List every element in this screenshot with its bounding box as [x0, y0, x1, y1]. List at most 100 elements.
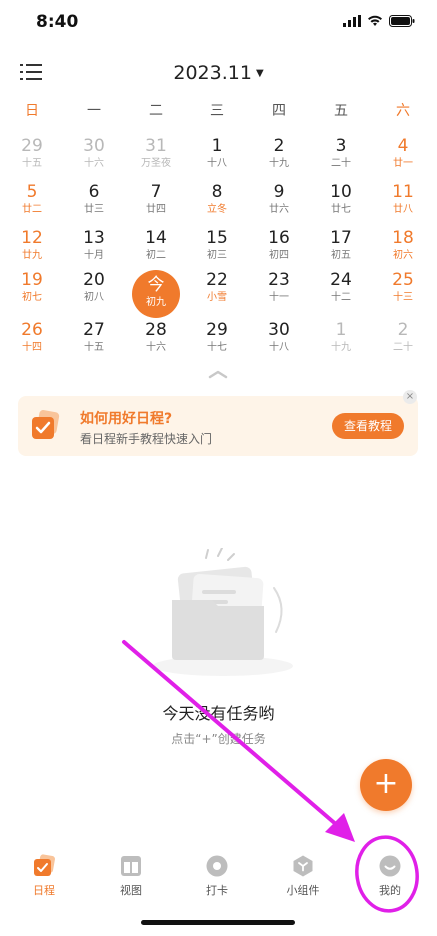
calendar-day[interactable]: 30 十八 [252, 320, 306, 370]
month-selector[interactable]: 2023.11 ▼ [0, 62, 437, 84]
day-number: 14 [145, 228, 167, 248]
calendar-day[interactable]: 29 十五 [5, 136, 59, 186]
weekday-label: 日 [25, 103, 39, 119]
calendar-day[interactable]: 10 廿七 [314, 182, 368, 232]
calendar-day[interactable]: 9 廿六 [252, 182, 306, 232]
calendar-day[interactable]: 8 立冬 [190, 182, 244, 232]
day-number: 2 [273, 136, 285, 156]
lunar-date: 十五 [84, 342, 104, 353]
day-number: 11 [392, 182, 414, 202]
lunar-date: 廿六 [269, 204, 289, 215]
lunar-date: 十七 [207, 342, 227, 353]
calendar-day[interactable]: 22 小雪 [190, 270, 244, 320]
tab-schedule[interactable]: 日程 [9, 846, 79, 898]
calendar-day[interactable]: 4 廿一 [376, 136, 430, 186]
day-number: 29 [21, 136, 43, 156]
day-number: 1 [335, 320, 347, 340]
collapse-chevron-up-icon[interactable] [206, 368, 230, 380]
calendar-day[interactable]: 1 十九 [314, 320, 368, 370]
calendar-day[interactable]: 3 二十 [314, 136, 368, 186]
day-number: 12 [21, 228, 43, 248]
lunar-date: 二十 [393, 342, 413, 353]
day-number: 22 [206, 270, 228, 290]
lunar-date: 十九 [331, 342, 351, 353]
status-time: 8:40 [36, 12, 79, 32]
lunar-date: 十六 [146, 342, 166, 353]
day-number: 18 [392, 228, 414, 248]
calendar-day-today[interactable]: 今初九 [132, 270, 180, 318]
calendar-icon [34, 854, 55, 876]
day-number: 8 [211, 182, 223, 202]
day-number: 27 [83, 320, 105, 340]
month-title: 2023.11 [173, 62, 252, 84]
lunar-date: 初三 [207, 250, 227, 261]
calendar-day[interactable]: 1 十八 [190, 136, 244, 186]
status-icons [343, 15, 415, 27]
tutorial-tip-card[interactable]: 如何用好日程? 看日程新手教程快速入门 查看教程 [18, 396, 418, 456]
day-number: 20 [83, 270, 105, 290]
layout-icon [121, 856, 141, 876]
lunar-date: 廿一 [393, 158, 413, 169]
calendar-day[interactable]: 26 十四 [5, 320, 59, 370]
calendar-day[interactable]: 5 廿二 [5, 182, 59, 232]
profile-icon [379, 855, 401, 877]
day-number: 4 [397, 136, 409, 156]
calendar-day[interactable]: 7 廿四 [129, 182, 183, 232]
checkin-icon [206, 855, 228, 877]
lunar-date: 初八 [84, 292, 104, 303]
day-number: 23 [268, 270, 290, 290]
lunar-date: 立冬 [207, 204, 227, 215]
lunar-date: 廿三 [84, 204, 104, 215]
calendar-day[interactable]: 25 十三 [376, 270, 430, 320]
lunar-date: 十五 [22, 158, 42, 169]
day-number: 25 [392, 270, 414, 290]
bottom-tab-bar: 日程 视图 打卡 小组件 我的 [0, 846, 437, 906]
tab-widget[interactable]: 小组件 [268, 846, 338, 898]
calendar-day[interactable]: 31 万圣夜 [129, 136, 183, 186]
calendar-day[interactable]: 23 十一 [252, 270, 306, 320]
calendar-day[interactable]: 20 初八 [67, 270, 121, 320]
lunar-date: 廿九 [22, 250, 42, 261]
day-number: 13 [83, 228, 105, 248]
lunar-date: 十三 [393, 292, 413, 303]
tab-view[interactable]: 视图 [96, 846, 166, 898]
day-number: 30 [83, 136, 105, 156]
calendar-day[interactable]: 2 二十 [376, 320, 430, 370]
add-task-button[interactable]: + [360, 759, 412, 811]
weekday-label: 二 [149, 103, 163, 119]
calendar-day[interactable]: 24 十二 [314, 270, 368, 320]
battery-icon [389, 15, 415, 27]
day-number: 19 [21, 270, 43, 290]
calendar-day[interactable]: 28 十六 [129, 320, 183, 370]
calendar-day[interactable]: 2 十九 [252, 136, 306, 186]
lunar-date: 廿八 [393, 204, 413, 215]
tab-label: 视图 [120, 884, 142, 897]
weekday-label: 五 [334, 103, 348, 119]
tab-label: 我的 [379, 884, 401, 897]
status-bar: 8:40 [0, 0, 437, 46]
lunar-date: 初四 [269, 250, 289, 261]
calendar-day[interactable]: 19 初七 [5, 270, 59, 320]
lunar-date: 十九 [269, 158, 289, 169]
tab-profile[interactable]: 我的 [355, 846, 425, 898]
day-number: 17 [330, 228, 352, 248]
calendar-day[interactable]: 27 十五 [67, 320, 121, 370]
day-number: 15 [206, 228, 228, 248]
lunar-date: 十八 [207, 158, 227, 169]
lunar-date: 初九 [146, 297, 166, 308]
lunar-date: 十二 [331, 292, 351, 303]
tip-close-button[interactable]: × [403, 390, 417, 404]
view-tutorial-button[interactable]: 查看教程 [332, 413, 404, 439]
calendar-day[interactable]: 11 廿八 [376, 182, 430, 232]
widget-icon [293, 855, 313, 877]
empty-folder-illustration [153, 548, 293, 676]
calendar-day[interactable]: 29 十七 [190, 320, 244, 370]
day-number: 16 [268, 228, 290, 248]
calendar-day[interactable]: 6 廿三 [67, 182, 121, 232]
calendar-day[interactable]: 30 十六 [67, 136, 121, 186]
tab-checkin[interactable]: 打卡 [182, 846, 252, 898]
day-number: 30 [268, 320, 290, 340]
home-indicator [141, 920, 295, 925]
wifi-icon [368, 15, 382, 26]
lunar-date: 初五 [331, 250, 351, 261]
